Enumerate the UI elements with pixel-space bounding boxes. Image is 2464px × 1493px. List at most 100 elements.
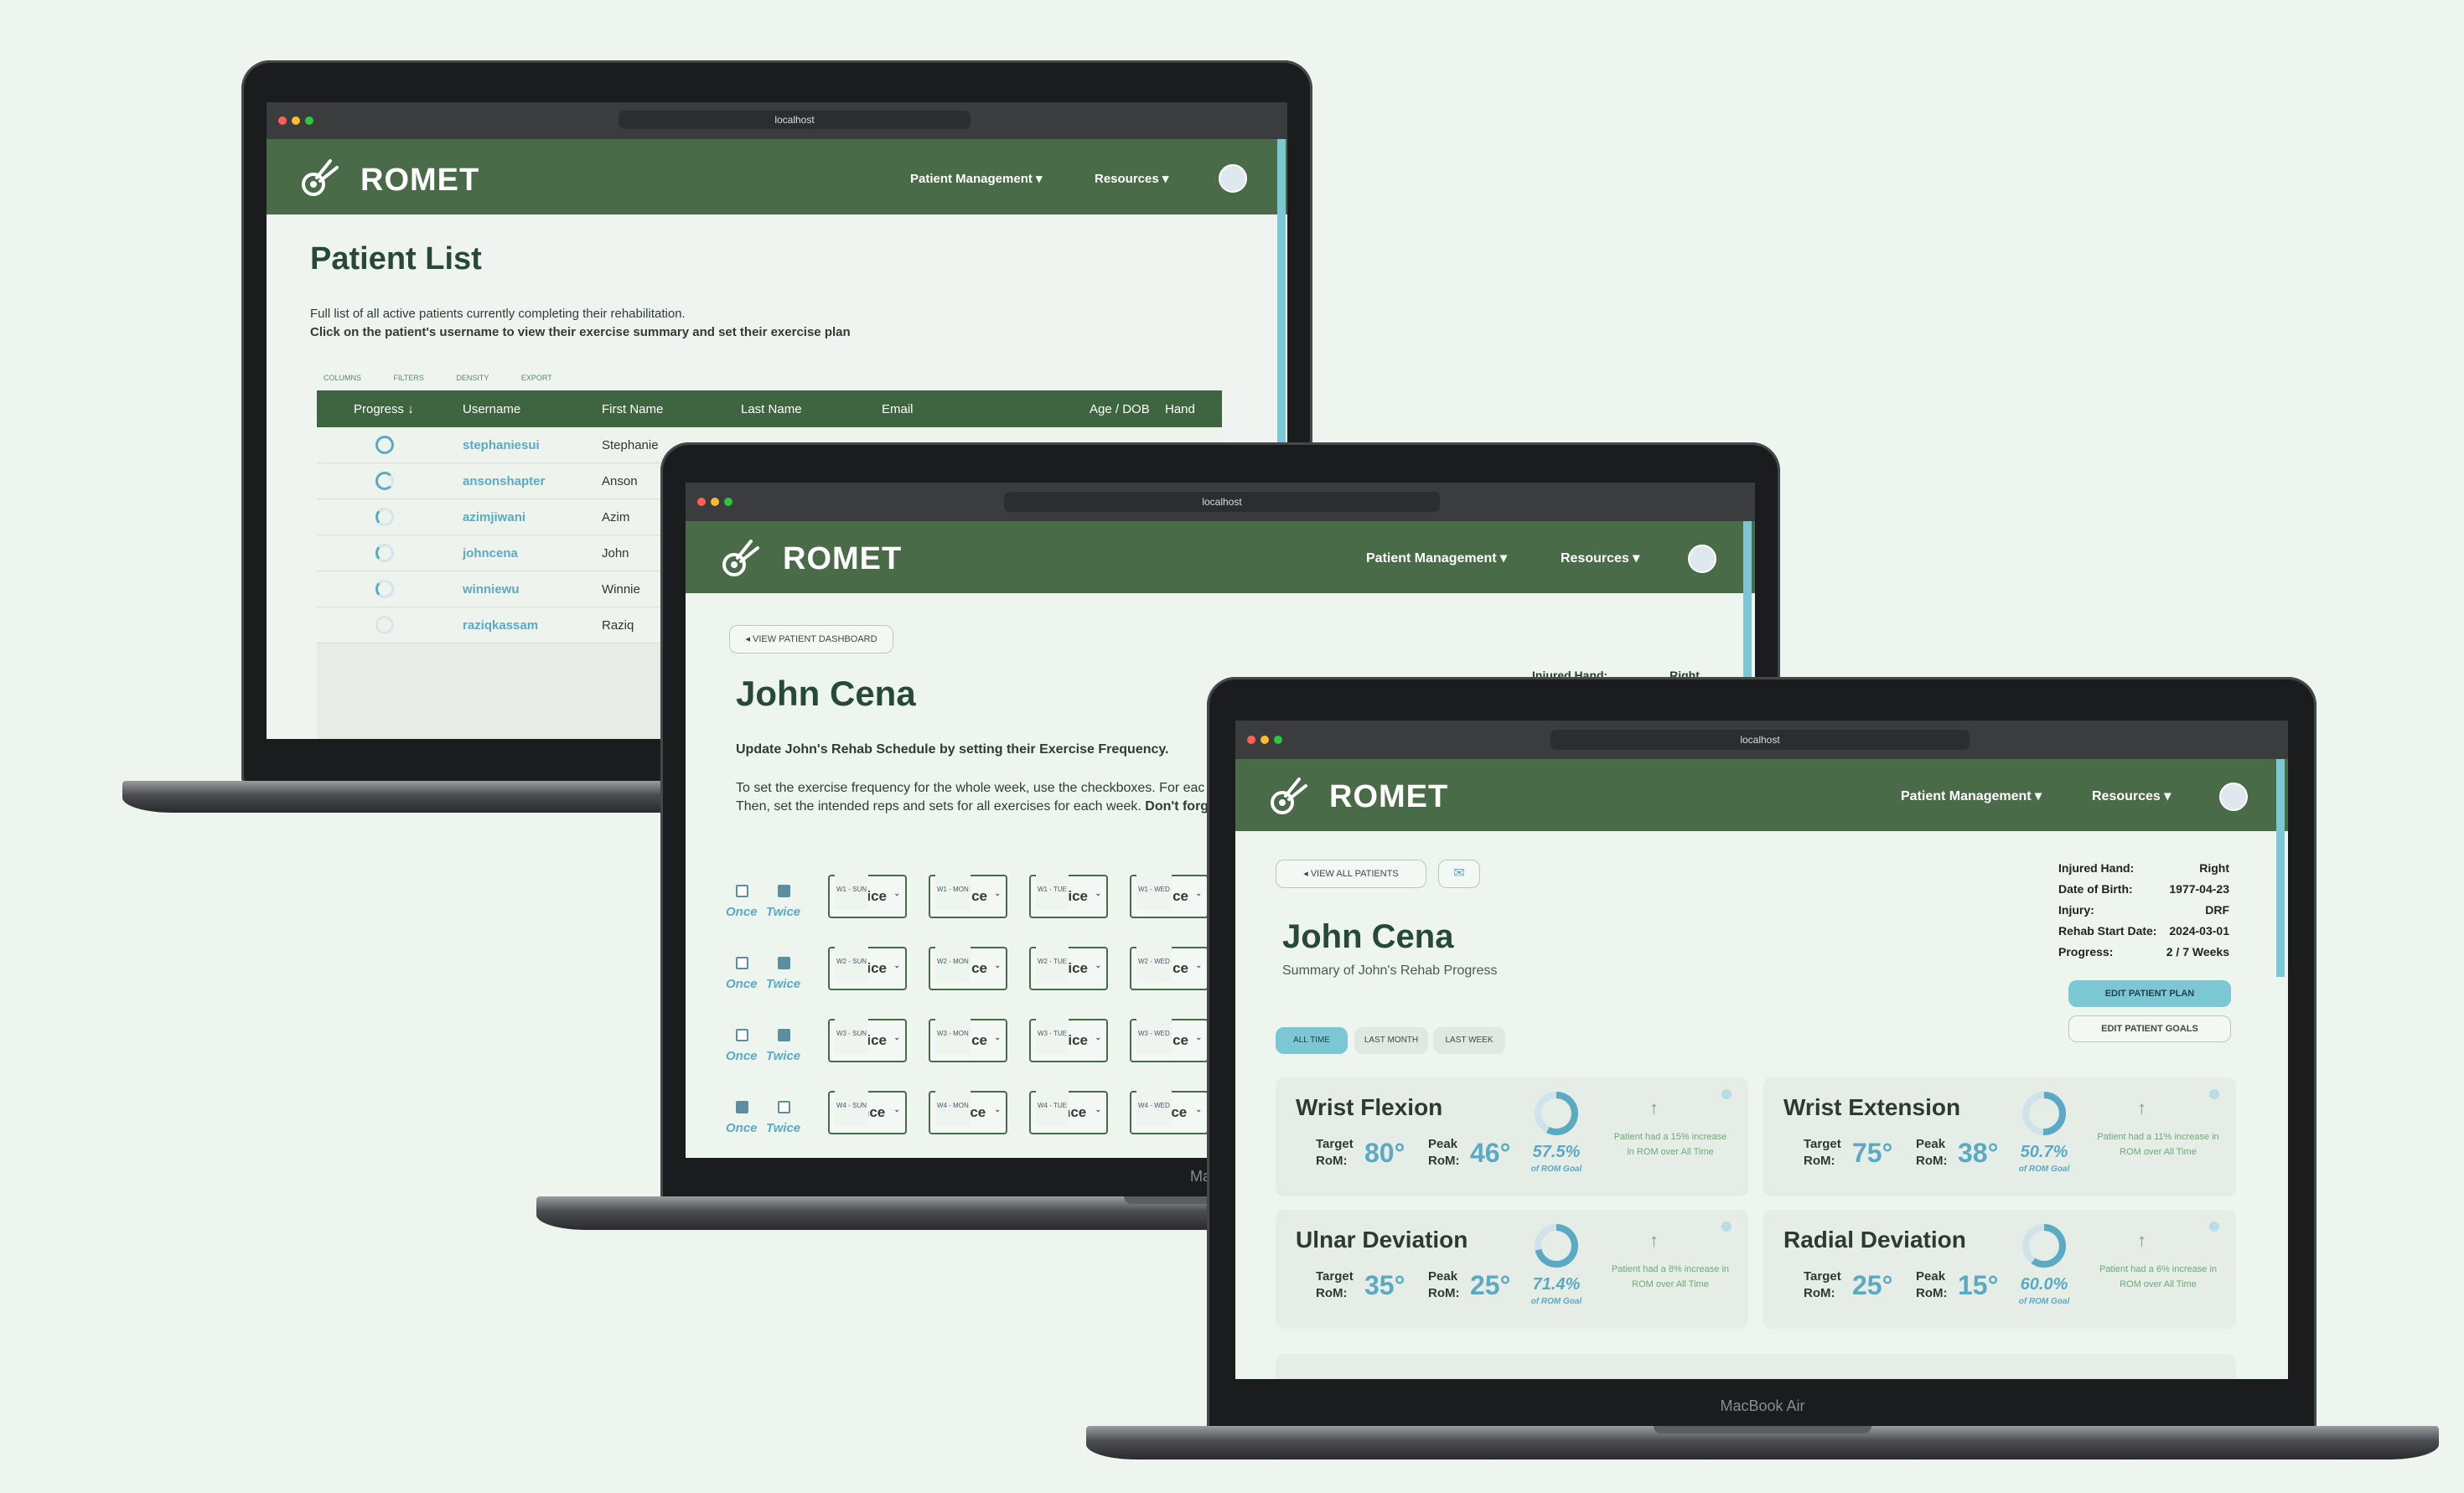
- target-value: 80°: [1364, 1138, 1405, 1168]
- increase-note: Patient had a 8% increase in ROM over Al…: [1611, 1264, 1730, 1289]
- target-label: Target RoM:: [1316, 1137, 1354, 1168]
- frequency-select[interactable]: W1 - MONTwice⌄: [929, 870, 1007, 918]
- nav-resources[interactable]: Resources ▾: [1561, 550, 1639, 566]
- user-avatar[interactable]: [1219, 164, 1247, 193]
- frequency-select[interactable]: W4 - MONOnce⌄: [929, 1086, 1007, 1134]
- twice-label: Twice: [766, 977, 801, 991]
- nav-resources[interactable]: Resources ▾: [2092, 788, 2171, 804]
- frequency-select[interactable]: W3 - WEDTwice⌄: [1130, 1014, 1209, 1062]
- nav-resources[interactable]: Resources ▾: [1095, 171, 1168, 186]
- twice-label: Twice: [766, 1121, 801, 1135]
- rom-card: Radial Deviation Target RoM: 25° Peak Ro…: [1763, 1210, 2236, 1329]
- col-first-name[interactable]: First Name: [602, 402, 663, 416]
- col-progress[interactable]: Progress ↓: [354, 402, 414, 416]
- col-hand[interactable]: Hand: [1165, 402, 1195, 416]
- info-dot-icon[interactable]: [2209, 1222, 2219, 1232]
- toolbar-export[interactable]: EXPORT: [521, 374, 552, 382]
- filter-last-month[interactable]: LAST MONTH: [1354, 1027, 1428, 1054]
- username-link[interactable]: johncena: [463, 546, 518, 561]
- frequency-select[interactable]: W2 - MONTwice⌄: [929, 942, 1007, 990]
- minimize-dot[interactable]: [711, 498, 719, 506]
- frequency-select[interactable]: W1 - WEDTwice⌄: [1130, 870, 1209, 918]
- minimize-dot[interactable]: [292, 116, 300, 125]
- view-all-patients-button[interactable]: ◂ VIEW ALL PATIENTS: [1276, 860, 1426, 888]
- address-bar[interactable]: localhost: [619, 111, 971, 129]
- nav-patient-management[interactable]: Patient Management ▾: [1901, 788, 2042, 804]
- frequency-select[interactable]: W3 - TUE Twice ⌄: [1029, 1014, 1108, 1062]
- target-label: Target RoM:: [1804, 1137, 1841, 1168]
- minimize-dot[interactable]: [1260, 736, 1269, 744]
- frequency-select[interactable]: W3 - SUNTwice⌄: [828, 1014, 907, 1062]
- navbar: ROMET Patient Management ▾ Resources ▾: [686, 521, 1755, 593]
- filter-last-week[interactable]: LAST WEEK: [1433, 1027, 1505, 1054]
- info-label: Injury:: [2058, 903, 2094, 917]
- brand-name[interactable]: ROMET: [783, 541, 902, 577]
- edit-patient-plan-button[interactable]: EDIT PATIENT PLAN: [2068, 980, 2231, 1007]
- screen-dashboard: localhost ROMET Patient Management ▾ Res…: [1235, 721, 2288, 1379]
- username-link[interactable]: azimjiwani: [463, 510, 525, 524]
- close-dot[interactable]: [1247, 736, 1255, 744]
- arrow-up-icon: ↑: [1649, 1230, 1659, 1251]
- rom-progress-ring: [1534, 1223, 1579, 1268]
- nav-patient-management[interactable]: Patient Management ▾: [910, 171, 1043, 186]
- frequency-select[interactable]: W1 - TUE Twice ⌄: [1029, 870, 1108, 918]
- pct-value: 57.5%: [1532, 1143, 1581, 1161]
- patient-info: Injured Hand: Right Date of Birth: 1977-04…: [2058, 861, 2229, 966]
- info-dot-icon[interactable]: [2209, 1089, 2219, 1099]
- frequency-select[interactable]: W1 - SUNTwice⌄: [828, 870, 907, 918]
- username-link[interactable]: winniewu: [463, 582, 520, 597]
- zoom-dot[interactable]: [305, 116, 313, 125]
- toolbar-density[interactable]: DENSITY: [456, 374, 489, 382]
- user-avatar[interactable]: [2219, 783, 2248, 811]
- col-email[interactable]: Email: [882, 402, 914, 416]
- address-bar[interactable]: localhost: [1004, 492, 1440, 512]
- frequency-select[interactable]: W2 - SUNTwice⌄: [828, 942, 907, 990]
- frequency-select[interactable]: W4 - TUE Once ⌄: [1029, 1086, 1108, 1134]
- info-label: Progress:: [2058, 945, 2114, 958]
- frequency-select[interactable]: W4 - SUNOnce⌄: [828, 1086, 907, 1134]
- twice-checkbox[interactable]: [778, 885, 790, 897]
- twice-checkbox[interactable]: [778, 1101, 790, 1113]
- page-instruction: Click on the patient's username to view …: [310, 325, 851, 339]
- zoom-dot[interactable]: [1274, 736, 1282, 744]
- brand-name[interactable]: ROMET: [1329, 779, 1448, 815]
- once-checkbox[interactable]: [736, 1029, 748, 1041]
- nav-patient-management[interactable]: Patient Management ▾: [1366, 550, 1507, 566]
- grid-toolbar: COLUMNS FILTERS DENSITY EXPORT: [324, 374, 552, 382]
- zoom-dot[interactable]: [724, 498, 732, 506]
- frequency-select[interactable]: W4 - WEDOnce⌄: [1130, 1086, 1209, 1134]
- close-dot[interactable]: [697, 498, 706, 506]
- peak-label: Peak RoM:: [1428, 1137, 1460, 1168]
- once-checkbox[interactable]: [736, 1101, 748, 1113]
- col-last-name[interactable]: Last Name: [741, 402, 802, 416]
- user-avatar[interactable]: [1688, 545, 1716, 573]
- navbar: ROMET Patient Management ▾ Resources ▾: [267, 139, 1287, 214]
- patient-name: John Cena: [736, 674, 916, 713]
- view-patient-dashboard-button[interactable]: ◂ VIEW PATIENT DASHBOARD: [729, 625, 893, 654]
- toolbar-columns[interactable]: COLUMNS: [324, 374, 361, 382]
- once-checkbox[interactable]: [736, 885, 748, 897]
- twice-checkbox[interactable]: [778, 957, 790, 969]
- edit-patient-goals-button[interactable]: EDIT PATIENT GOALS: [2068, 1015, 2231, 1042]
- username-link[interactable]: ansonshapter: [463, 474, 545, 488]
- frequency-select[interactable]: W2 - TUE Twice ⌄: [1029, 942, 1108, 990]
- close-dot[interactable]: [278, 116, 287, 125]
- scrollbar[interactable]: [2276, 759, 2285, 977]
- address-bar[interactable]: localhost: [1550, 730, 1970, 750]
- col-username[interactable]: Username: [463, 402, 520, 416]
- progress-ring-icon: [375, 616, 394, 634]
- frequency-select[interactable]: W3 - MONTwice⌄: [929, 1014, 1007, 1062]
- twice-checkbox[interactable]: [778, 1029, 790, 1041]
- toolbar-filters[interactable]: FILTERS: [394, 374, 424, 382]
- username-link[interactable]: raziqkassam: [463, 618, 538, 633]
- info-dot-icon[interactable]: [1721, 1222, 1732, 1232]
- email-button[interactable]: ✉: [1438, 860, 1480, 888]
- card-title: Radial Deviation: [1783, 1227, 1966, 1253]
- brand-name[interactable]: ROMET: [360, 163, 479, 199]
- filter-all-time[interactable]: ALL TIME: [1276, 1027, 1348, 1054]
- username-link[interactable]: stephaniesui: [463, 438, 540, 452]
- frequency-select[interactable]: W2 - WEDTwice⌄: [1130, 942, 1209, 990]
- info-dot-icon[interactable]: [1721, 1089, 1732, 1099]
- col-age-dob[interactable]: Age / DOB: [1090, 402, 1150, 416]
- once-checkbox[interactable]: [736, 957, 748, 969]
